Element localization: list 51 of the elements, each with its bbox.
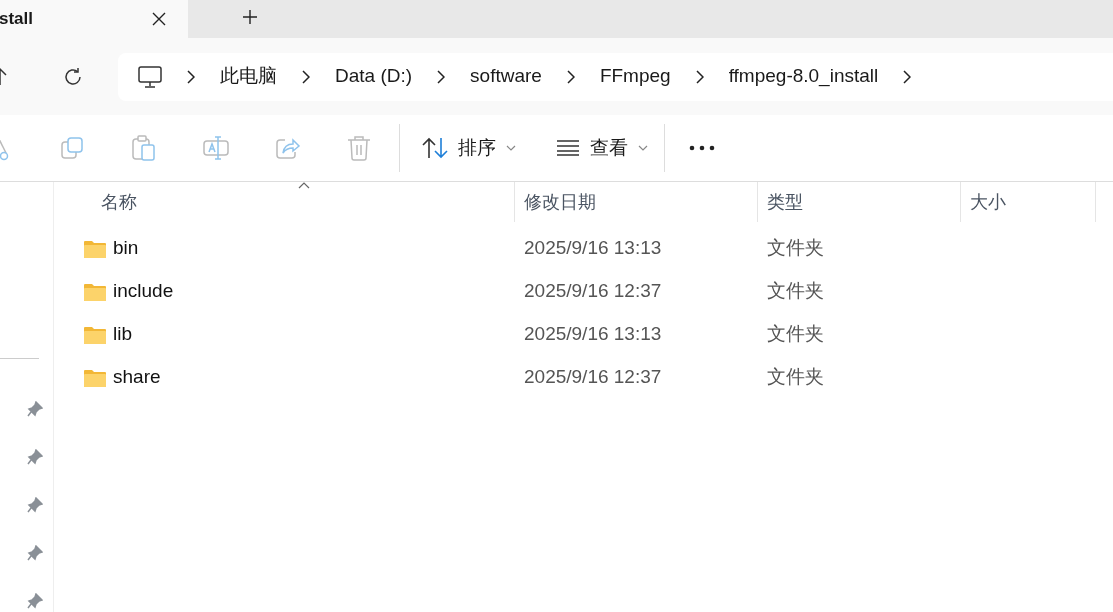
new-tab-icon[interactable]	[242, 9, 258, 25]
column-header[interactable]: 名称	[54, 182, 515, 222]
close-icon[interactable]	[152, 12, 166, 26]
chevron-icon[interactable]	[437, 69, 446, 84]
pin-icon[interactable]	[27, 545, 43, 561]
type-cell: 文件夹	[767, 366, 824, 388]
computer-icon	[138, 65, 162, 88]
folder-icon	[84, 368, 106, 387]
pin-icon[interactable]	[27, 401, 43, 417]
file-name[interactable]: bin	[113, 234, 139, 263]
breadcrumb[interactable]: FFmpeg	[599, 62, 671, 91]
pin-icon[interactable]	[27, 593, 43, 609]
folder-icon	[84, 239, 106, 258]
chevron-icon[interactable]	[903, 69, 912, 84]
type-cell: 文件夹	[767, 237, 824, 259]
sort-button[interactable]: 排序	[422, 128, 516, 168]
type-cell: 文件夹	[767, 323, 824, 345]
view-button[interactable]: 查看	[556, 128, 648, 168]
more-icon[interactable]	[689, 145, 715, 151]
caret-icon	[638, 145, 648, 151]
date-cell: 2025/9/16 13:13	[524, 237, 662, 259]
column-header[interactable]: 类型	[758, 182, 961, 222]
date-cell: 2025/9/16 12:37	[524, 366, 662, 388]
view-icon	[556, 140, 580, 156]
breadcrumb[interactable]: ffmpeg-8.0_install	[728, 62, 879, 91]
pin-icon[interactable]	[27, 449, 43, 465]
chevron-icon[interactable]	[695, 69, 704, 84]
folder-icon	[84, 325, 106, 344]
tab-title: stall	[0, 8, 35, 31]
refresh-icon[interactable]	[63, 66, 83, 87]
caret-icon	[506, 145, 516, 151]
file-name[interactable]: lib	[113, 320, 132, 349]
address-bar[interactable]: 此电脑 Data (D:) software FFmpeg ffmpeg-8.0_install	[118, 52, 1113, 101]
chevron-icon[interactable]	[187, 69, 195, 84]
sort-caret-icon	[298, 182, 310, 189]
column-header[interactable]: 大小	[961, 182, 1096, 222]
file-name[interactable]: include	[113, 277, 174, 306]
folder-icon	[84, 282, 106, 301]
column-header[interactable]: 修改日期	[515, 182, 758, 222]
file-name[interactable]: share	[113, 363, 161, 392]
tab[interactable]: stall	[0, 0, 188, 38]
breadcrumb[interactable]: software	[470, 62, 542, 91]
chevron-icon[interactable]	[566, 69, 575, 84]
type-cell: 文件夹	[767, 280, 824, 302]
pin-icon[interactable]	[27, 497, 43, 513]
chevron-icon[interactable]	[302, 69, 310, 84]
date-cell: 2025/9/16 12:37	[524, 280, 662, 302]
sort-icon	[422, 137, 448, 159]
date-cell: 2025/9/16 13:13	[524, 323, 662, 345]
breadcrumb[interactable]: Data (D:)	[335, 62, 413, 91]
breadcrumb[interactable]: 此电脑	[220, 62, 277, 91]
